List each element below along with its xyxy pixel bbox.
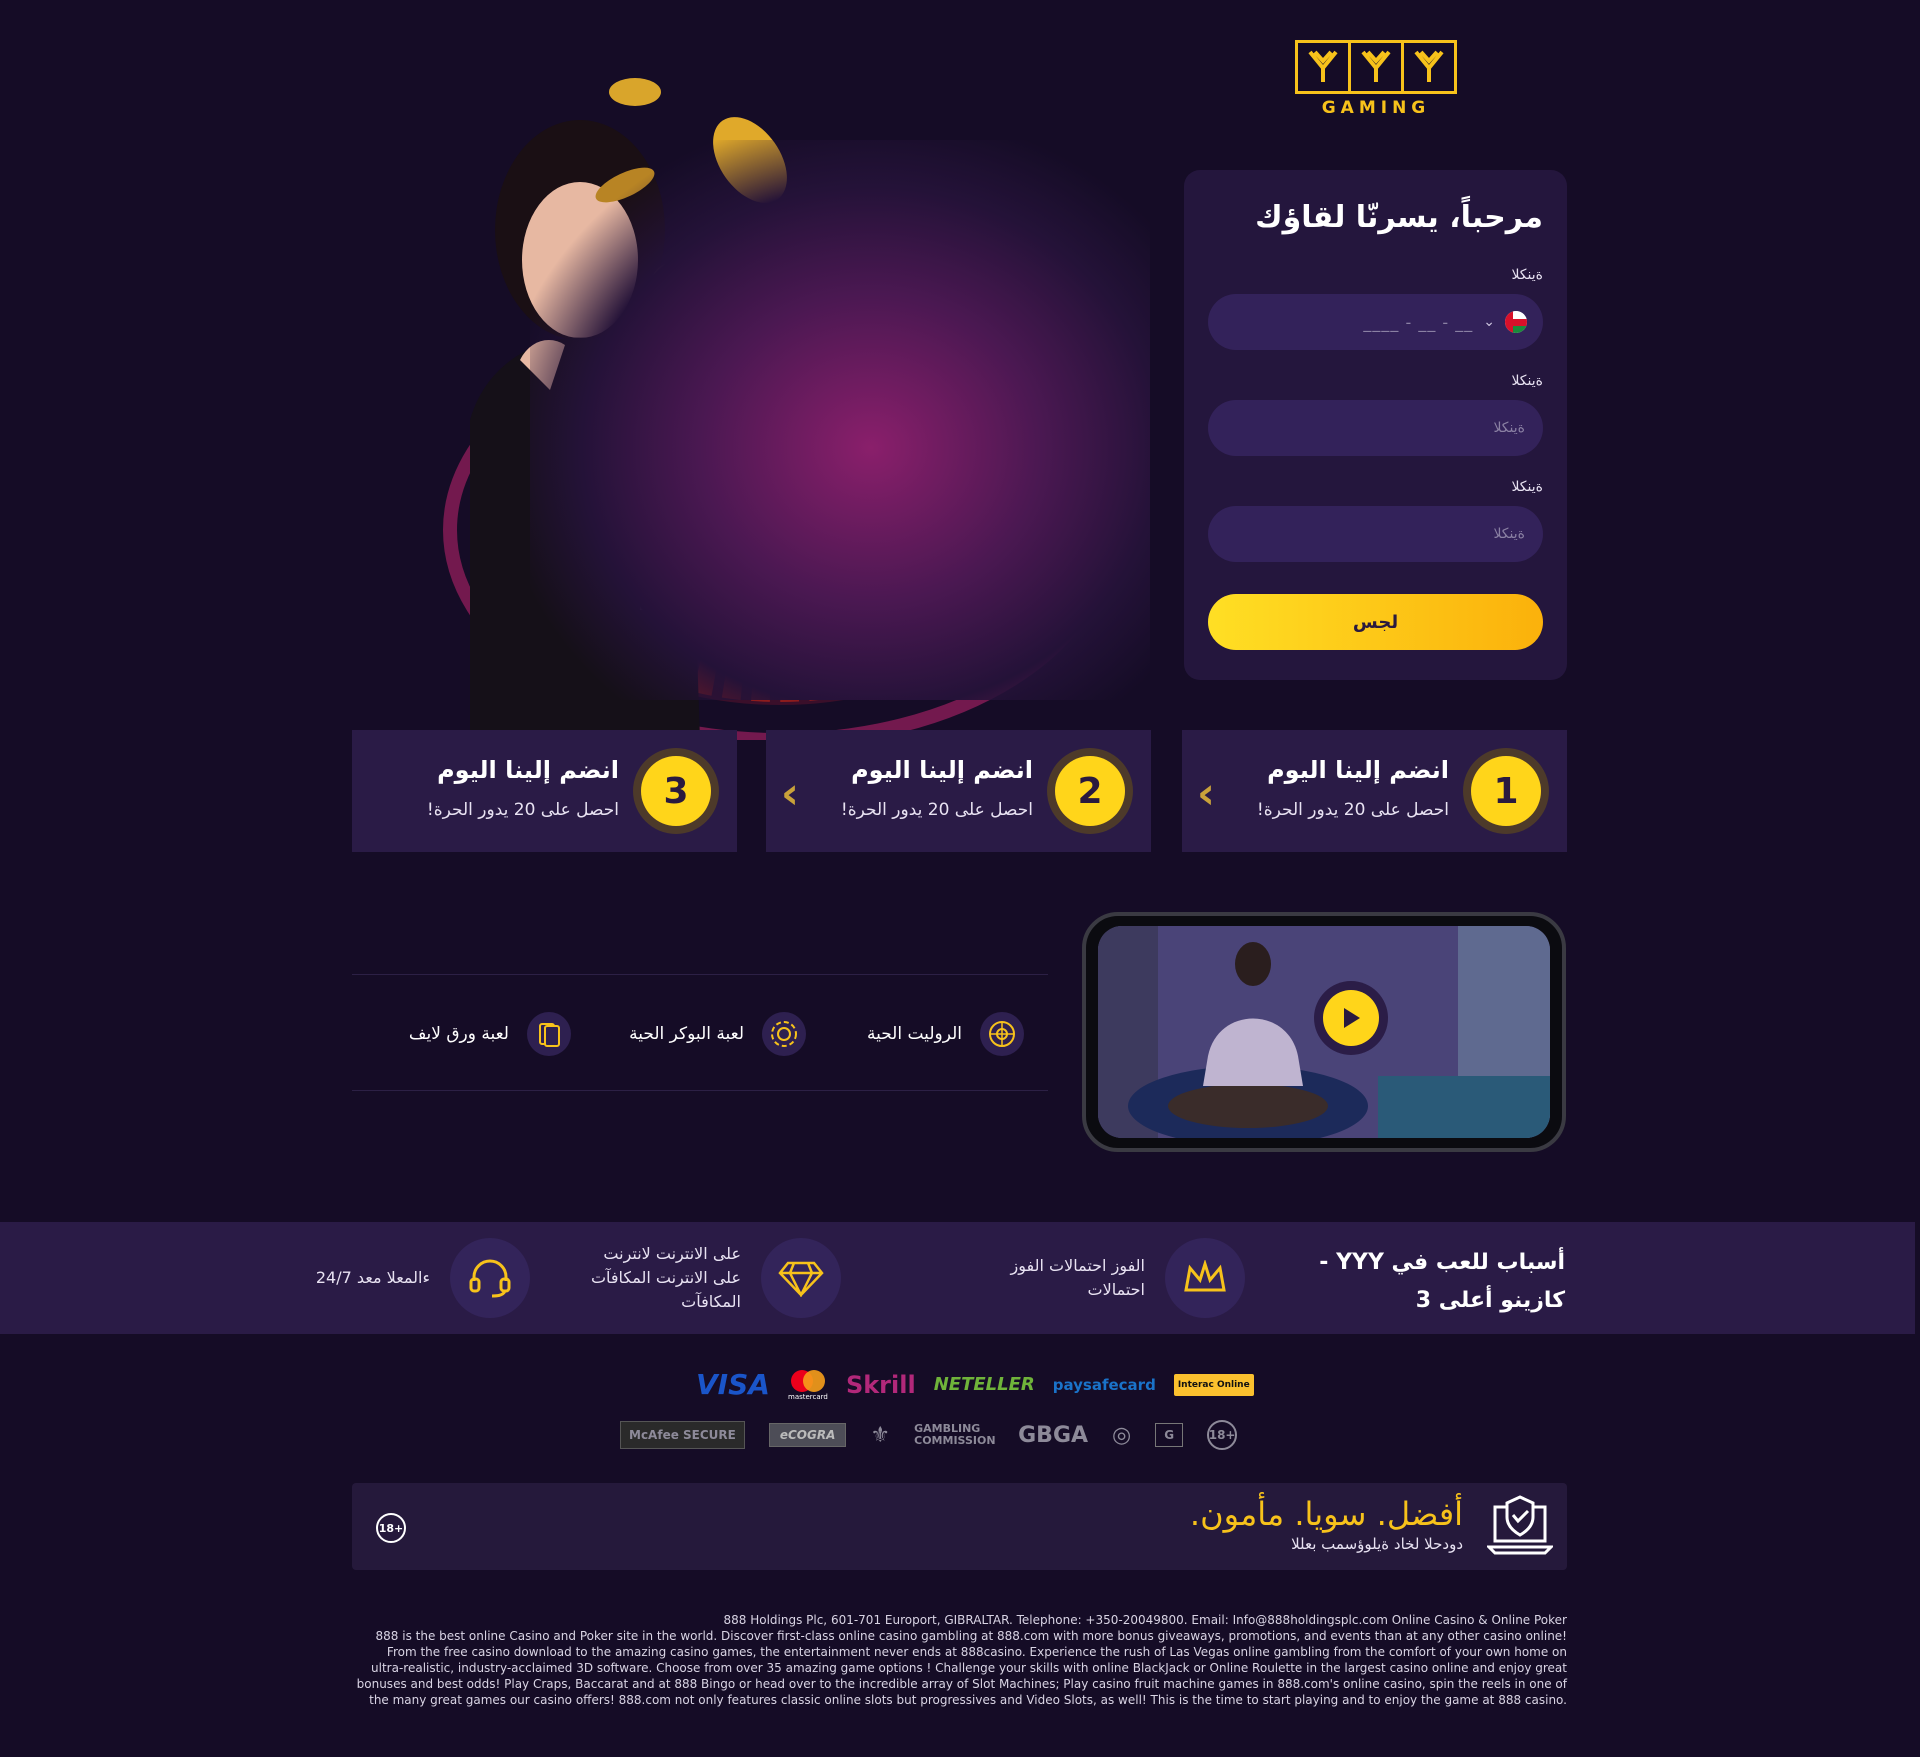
logo-y-3 [1401,43,1454,91]
phone-mask: ____ - __ - __ [1363,312,1474,332]
step-number: 2 [1055,756,1125,826]
footer-description: 888 is the best online Casino and Poker … [356,1629,1567,1707]
seal-icon: ◎ [1112,1422,1132,1448]
game-label: الروليت الحية [866,1024,962,1044]
gambling-commission-badge: GAMBLING COMMISSION [914,1422,996,1447]
step-subtitle: احصل على 20 يدور الحرة! [426,800,619,820]
reason-line: المكافآت [681,1292,741,1311]
phone-video-preview [1082,912,1566,1152]
age-18-badge: 18+ [1207,1420,1238,1450]
payment-methods: VISA mastercard Skrill NETELLER paysafec… [696,1368,1254,1401]
reason-line: احتمالات [1087,1280,1145,1299]
mastercard-logo: mastercard [788,1369,828,1401]
safe-banner-subtitle: دودحلا لخاد ةيلوؤسمب بعللا [1291,1535,1463,1553]
footer-legal: 888 Holdings Plc, 601-701 Europort, GIBR… [352,1612,1567,1708]
gamcare-icon: G [1155,1423,1184,1447]
reason-line: الفوز احتمالات الفوز [1010,1256,1145,1275]
step-number-badge: 2 [1047,748,1133,834]
reason-text: الفوز احتمالات الفوز احتمالات [1011,1254,1145,1302]
reason-line: على الانترنت لانترنت [603,1244,741,1263]
safe-banner-heading: أفضل. سويا. مأمون. [1189,1495,1463,1533]
chevron-left-icon: ‹ [780,768,799,819]
reason-support: ءالمعلا معد 24/7 [316,1238,530,1318]
roulette-icon [980,1012,1024,1056]
interac-logo: Interac Online [1173,1373,1254,1396]
reason-odds: الفوز احتمالات الفوز احتمالات [1011,1238,1245,1318]
hero-glow [530,140,1150,700]
ecogra-badge: eCOGRA [768,1423,847,1447]
field3-label: ةينكلا [1511,479,1543,495]
step-3: 3 انضم إلينا اليوم احصل على 20 يدور الحر… [352,730,737,852]
gbga-badge: GBGA [1018,1422,1089,1448]
step-title: انضم إلينا اليوم [851,756,1033,784]
visa-logo: VISA [696,1368,770,1401]
reason-line: ءالمعلا معد 24/7 [315,1268,430,1287]
reason-bonuses: على الانترنت لانترنت على الانترنت المكاف… [591,1238,841,1318]
phone-label: ةينكلا [1511,267,1543,283]
company-info: 888 Holdings Plc, 601-701 Europort, GIBR… [723,1613,1567,1627]
step-subtitle: احصل على 20 يدور الحرة! [840,800,1033,820]
step-title: انضم إلينا اليوم [1267,756,1449,784]
chevron-down-icon[interactable]: ⌄ [1483,314,1495,330]
form-title: مرحباً، يسرنّا لقاؤك [1255,200,1543,235]
register-button[interactable]: لجس [1208,594,1543,650]
step-number-badge: 1 [1463,748,1549,834]
step-number: 3 [641,756,711,826]
paysafecard-logo: paysafecard [1052,1375,1156,1394]
age-18-icon: 18+ [376,1513,406,1543]
step-1: 1 انضم إلينا اليوم احصل على 20 يدور الحر… [1182,730,1567,852]
step-2: 2 انضم إلينا اليوم احصل على 20 يدور الحر… [766,730,1151,852]
step-title: انضم إلينا اليوم [437,756,619,784]
reason-line: على الانترنت المكافآت [590,1268,741,1287]
reason-text: ءالمعلا معد 24/7 [316,1266,430,1290]
step-subtitle: احصل على 20 يدور الحرة! [1256,800,1449,820]
step-number: 1 [1471,756,1541,826]
hero-illustration [350,60,1150,740]
field3-input[interactable] [1208,506,1543,562]
play-icon [1323,990,1379,1046]
game-live-poker[interactable]: لعبة البوكر الحية [629,1012,806,1056]
field3-wrapper [1208,506,1543,562]
logo-text: GAMING [1321,98,1431,118]
field2-input[interactable] [1208,400,1543,456]
poker-chip-icon [762,1012,806,1056]
game-live-roulette[interactable]: الروليت الحية [867,1012,1024,1056]
certifications: McAfee SECURE eCOGRA ⚜ GAMBLING COMMISSI… [620,1420,1238,1450]
mastercard-text: mastercard [788,1392,828,1401]
logo-y-2 [1348,43,1401,91]
divider [352,1090,1048,1091]
diamond-icon [761,1238,841,1318]
mcafee-badge: McAfee SECURE [620,1421,745,1449]
steps-strip: 1 انضم إلينا اليوم احصل على 20 يدور الحر… [352,730,1567,852]
reasons-band: أسباب للعب في YYY - كازينو أعلى 3 الفوز … [0,1222,1915,1334]
divider [352,974,1048,975]
oman-flag-icon[interactable] [1505,311,1527,333]
game-live-cards[interactable]: لعبة ورق لايف [409,1012,571,1056]
game-label: لعبة ورق لايف [408,1024,509,1044]
cards-icon [527,1012,571,1056]
responsible-gaming-banner: أفضل. سويا. مأمون. دودحلا لخاد ةيلوؤسمب … [352,1483,1567,1570]
headset-icon [450,1238,530,1318]
crest-icon: ⚜ [870,1422,891,1448]
field2-label: ةينكلا [1511,373,1543,389]
game-label: لعبة البوكر الحية [629,1024,744,1044]
reasons-title: أسباب للعب في YYY - كازينو أعلى 3 [1319,1250,1565,1313]
brand-logo[interactable]: GAMING [1295,40,1457,118]
neteller-logo: NETELLER [933,1374,1035,1395]
phone-field[interactable]: ____ - __ - __ ⌄ [1208,294,1543,350]
logo-mark [1295,40,1457,94]
step-number-badge: 3 [633,748,719,834]
skrill-logo: Skrill [845,1370,916,1399]
crown-icon [1165,1238,1245,1318]
play-button[interactable] [1314,981,1388,1055]
registration-form: مرحباً، يسرنّا لقاؤك ةينكلا ____ - __ - … [1184,170,1567,680]
reason-text: على الانترنت لانترنت على الانترنت المكاف… [591,1242,741,1314]
chevron-left-icon: ‹ [1196,768,1215,819]
field2-wrapper [1208,400,1543,456]
logo-y-1 [1298,43,1348,91]
secure-laptop-icon [1485,1493,1555,1563]
video-screen [1098,926,1550,1138]
